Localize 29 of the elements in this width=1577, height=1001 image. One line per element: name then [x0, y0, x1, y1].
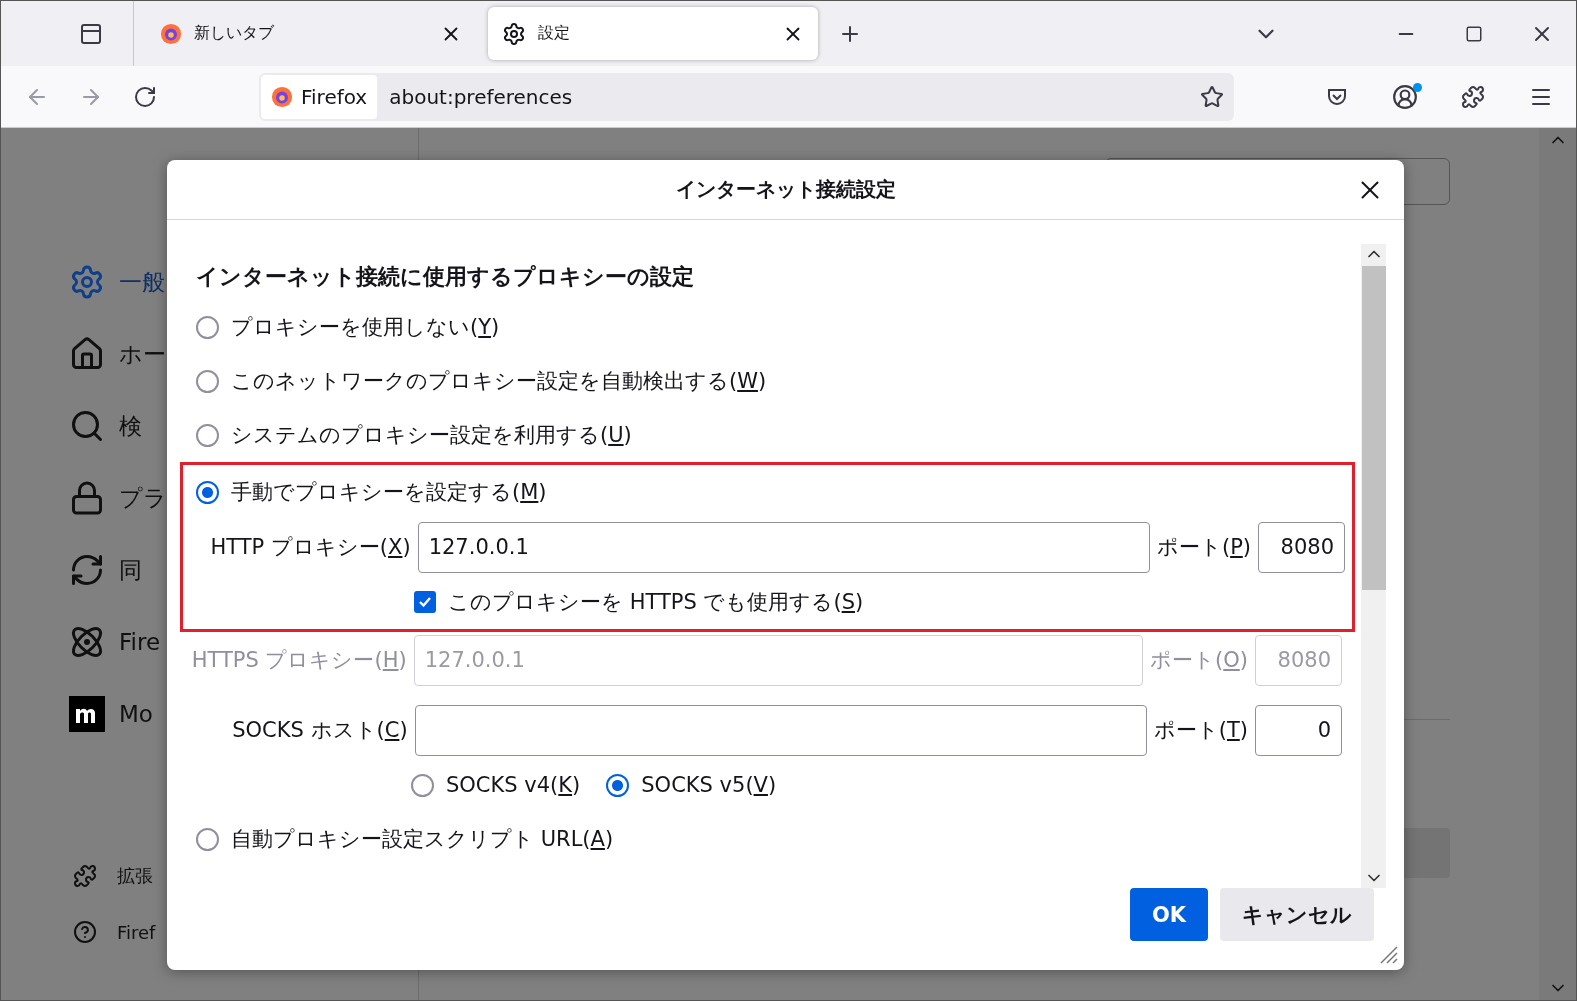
section-heading: インターネット接続に使用するプロキシーの設定: [196, 263, 695, 291]
sidebar-label: 検: [119, 411, 142, 441]
radio-label: SOCKS v5(V): [641, 773, 777, 797]
field-label: HTTPS プロキシー(H): [190, 647, 407, 674]
port-label: ポート(T): [1153, 717, 1248, 744]
sidebar-label: ホー: [119, 339, 166, 369]
sidebar-label: 一般: [119, 267, 165, 297]
identity-label: Firefox: [301, 84, 368, 109]
sidebar-label: 拡張: [117, 864, 153, 888]
radio-label: システムのプロキシー設定を利用する(U): [231, 422, 632, 449]
port-label: ポート(P): [1156, 534, 1251, 561]
field-label: SOCKS ホスト(C): [231, 717, 408, 744]
radio-label: SOCKS v4(K): [446, 773, 581, 797]
tab-title: 新しいタブ: [194, 23, 275, 44]
sidebar-label: プラ: [119, 483, 167, 513]
tab-title: 設定: [538, 23, 571, 44]
checkbox-label: このプロキシーを HTTPS でも使用する(S): [448, 589, 864, 616]
sidebar-label: Fire: [119, 629, 161, 655]
radio-label: プロキシーを使用しない(Y): [231, 314, 500, 341]
url-text: about:preferences: [389, 84, 574, 109]
sidebar-label: 同: [119, 555, 142, 585]
port-label: ポート(O): [1150, 647, 1248, 674]
radio-label: このネットワークのプロキシー設定を自動検出する(W): [231, 368, 767, 395]
radio-label: 自動プロキシー設定スクリプト URL(A): [231, 826, 614, 853]
radio-label: 手動でプロキシーを設定する(M): [231, 479, 547, 506]
field-label: HTTP プロキシー(X): [209, 534, 411, 561]
sidebar-label: Firef: [117, 921, 156, 943]
sidebar-label: Mo: [119, 701, 153, 727]
dialog-title: インターネット接続設定: [675, 176, 896, 203]
